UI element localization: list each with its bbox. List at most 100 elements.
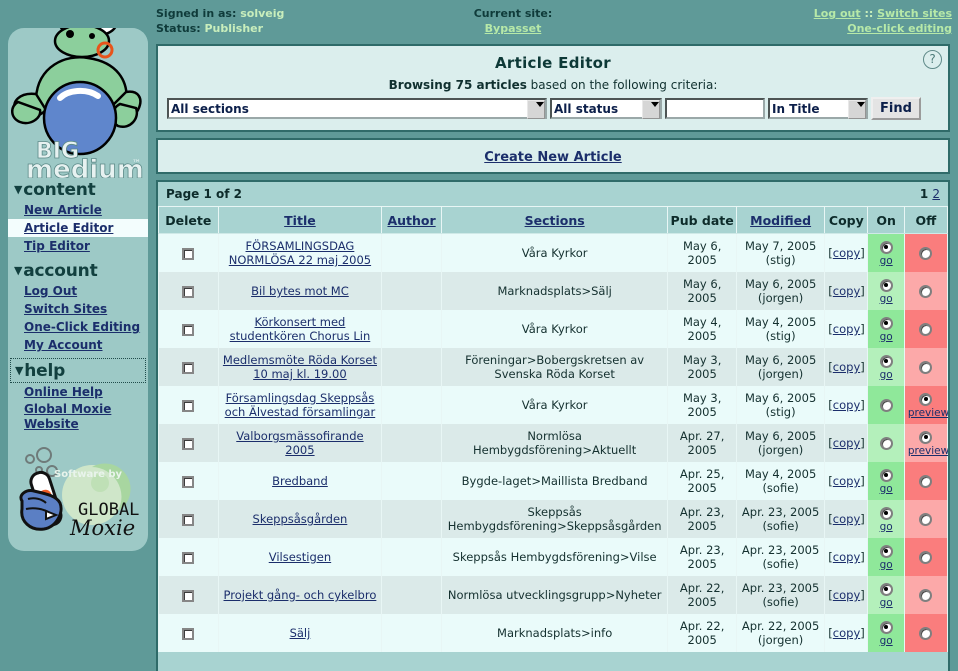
- column-header-sections[interactable]: Sections: [440, 206, 669, 234]
- delete-checkbox[interactable]: [182, 627, 195, 640]
- article-title-link[interactable]: Bredband: [272, 474, 328, 488]
- go-link[interactable]: go: [871, 331, 900, 343]
- copy-link[interactable]: copy: [833, 436, 860, 450]
- sort-author-link[interactable]: Author: [387, 213, 435, 228]
- delete-checkbox[interactable]: [182, 399, 195, 412]
- article-title-link[interactable]: Vilsestigen: [269, 550, 331, 564]
- status-radio-off[interactable]: [919, 551, 933, 564]
- sidebar-item-online-help[interactable]: Online Help: [8, 383, 148, 401]
- status-radio-off[interactable]: [919, 361, 933, 374]
- delete-checkbox[interactable]: [182, 589, 195, 602]
- sidebar-item-new-article[interactable]: New Article: [8, 201, 148, 219]
- go-link[interactable]: go: [871, 521, 900, 533]
- article-title-link[interactable]: Medlemsmöte Röda Korset 10 maj kl. 19.00: [223, 353, 377, 381]
- sidebar-heading-label: help: [24, 361, 66, 381]
- sidebar-heading-account[interactable]: ▼account: [8, 259, 148, 282]
- switch-sites-link[interactable]: Switch sites: [877, 7, 952, 20]
- sort-title-link[interactable]: Title: [284, 213, 316, 228]
- status-radio-on[interactable]: [879, 506, 893, 520]
- article-title-link[interactable]: Valborgsmässofirande 2005: [236, 429, 363, 457]
- copy-link[interactable]: copy: [833, 550, 860, 564]
- copy-link[interactable]: copy: [833, 322, 860, 336]
- go-link[interactable]: go: [871, 293, 900, 305]
- status-radio-on[interactable]: [879, 582, 893, 596]
- delete-checkbox[interactable]: [182, 323, 195, 336]
- status-radio-on[interactable]: [879, 544, 893, 558]
- create-new-article-link[interactable]: Create New Article: [484, 150, 621, 165]
- status-radio-on[interactable]: [879, 316, 893, 330]
- status-radio-off[interactable]: [919, 323, 933, 336]
- column-header-modified[interactable]: Modified: [735, 206, 826, 234]
- sidebar-item-switch-sites[interactable]: Switch Sites: [8, 300, 148, 318]
- copy-link[interactable]: copy: [833, 360, 860, 374]
- sidebar-heading-help[interactable]: ▼help: [10, 358, 146, 383]
- delete-checkbox[interactable]: [182, 361, 195, 374]
- article-title-link[interactable]: Församlingsdag Skeppsås och Älvestad för…: [225, 391, 376, 419]
- go-link[interactable]: go: [871, 255, 900, 267]
- article-title-link[interactable]: Bil bytes mot MC: [251, 284, 349, 298]
- status-radio-off[interactable]: [919, 589, 933, 602]
- status-radio-on[interactable]: [879, 437, 893, 450]
- article-title-link[interactable]: FÖRSAMLINGSDAG NORMLÖSA 22 maj 2005: [229, 239, 371, 267]
- go-link[interactable]: go: [871, 559, 900, 571]
- sort-sections-link[interactable]: Sections: [525, 213, 585, 228]
- status-radio-off[interactable]: [919, 475, 933, 488]
- status-radio-on[interactable]: [879, 354, 893, 368]
- status-radio-on[interactable]: [879, 240, 893, 254]
- copy-link[interactable]: copy: [833, 626, 860, 640]
- sidebar-item-my-account[interactable]: My Account: [8, 336, 148, 354]
- go-link[interactable]: go: [871, 597, 900, 609]
- article-title-link[interactable]: Projekt gång- och cykelbro: [224, 588, 377, 602]
- preview-link[interactable]: preview: [908, 407, 948, 419]
- delete-checkbox[interactable]: [182, 285, 195, 298]
- status-radio-on[interactable]: [879, 399, 893, 412]
- sidebar-item-one-click-editing[interactable]: One-Click Editing: [8, 318, 148, 336]
- copy-link[interactable]: copy: [833, 474, 860, 488]
- section-select[interactable]: All sections: [167, 98, 547, 120]
- help-icon[interactable]: ?: [923, 50, 942, 69]
- delete-checkbox[interactable]: [182, 475, 195, 488]
- status-radio-off[interactable]: [919, 513, 933, 526]
- go-link[interactable]: go: [871, 369, 900, 381]
- status-select[interactable]: All status: [550, 98, 662, 120]
- status-radio-off[interactable]: [919, 392, 933, 406]
- article-title-link[interactable]: Sälj: [290, 626, 311, 640]
- find-button[interactable]: Find: [871, 97, 921, 120]
- status-radio-on[interactable]: [879, 468, 893, 482]
- status-radio-off[interactable]: [919, 285, 933, 298]
- status-radio-off[interactable]: [919, 247, 933, 260]
- column-header-author[interactable]: Author: [381, 206, 442, 234]
- sidebar-item-log-out[interactable]: Log Out: [8, 282, 148, 300]
- preview-link[interactable]: preview: [908, 445, 948, 457]
- status-radio-on[interactable]: [879, 278, 893, 292]
- status-radio-off[interactable]: [919, 430, 933, 444]
- search-input[interactable]: [665, 98, 765, 119]
- column-header-title[interactable]: Title: [217, 206, 383, 234]
- sidebar-item-global-moxie-website[interactable]: Global Moxie Website: [8, 401, 148, 433]
- log-out-link[interactable]: Log out: [814, 7, 861, 20]
- search-scope-select[interactable]: In Title: [768, 98, 868, 120]
- delete-checkbox[interactable]: [182, 551, 195, 564]
- sort-modified-link[interactable]: Modified: [750, 213, 811, 228]
- current-site-link[interactable]: Bypasset: [485, 22, 542, 35]
- copy-link[interactable]: copy: [833, 512, 860, 526]
- one-click-editing-link[interactable]: One-click editing: [847, 22, 952, 35]
- column-header-pub-date: Pub date: [667, 206, 737, 234]
- sidebar-item-article-editor[interactable]: Article Editor: [8, 219, 148, 237]
- copy-link[interactable]: copy: [833, 398, 860, 412]
- delete-checkbox[interactable]: [182, 247, 195, 260]
- status-radio-off[interactable]: [919, 627, 933, 640]
- go-link[interactable]: go: [871, 635, 900, 647]
- page-link-2[interactable]: 2: [932, 187, 940, 201]
- article-title-link[interactable]: Skeppsåsgården: [253, 512, 348, 526]
- sidebar-heading-content[interactable]: ▼content: [8, 178, 148, 201]
- go-link[interactable]: go: [871, 483, 900, 495]
- sidebar-item-tip-editor[interactable]: Tip Editor: [8, 237, 148, 255]
- copy-link[interactable]: copy: [833, 284, 860, 298]
- delete-checkbox[interactable]: [182, 513, 195, 526]
- delete-checkbox[interactable]: [182, 437, 195, 450]
- copy-link[interactable]: copy: [833, 588, 860, 602]
- article-title-link[interactable]: Körkonsert med studentkören Chorus Lin: [230, 315, 371, 343]
- copy-link[interactable]: copy: [833, 246, 860, 260]
- status-radio-on[interactable]: [879, 620, 893, 634]
